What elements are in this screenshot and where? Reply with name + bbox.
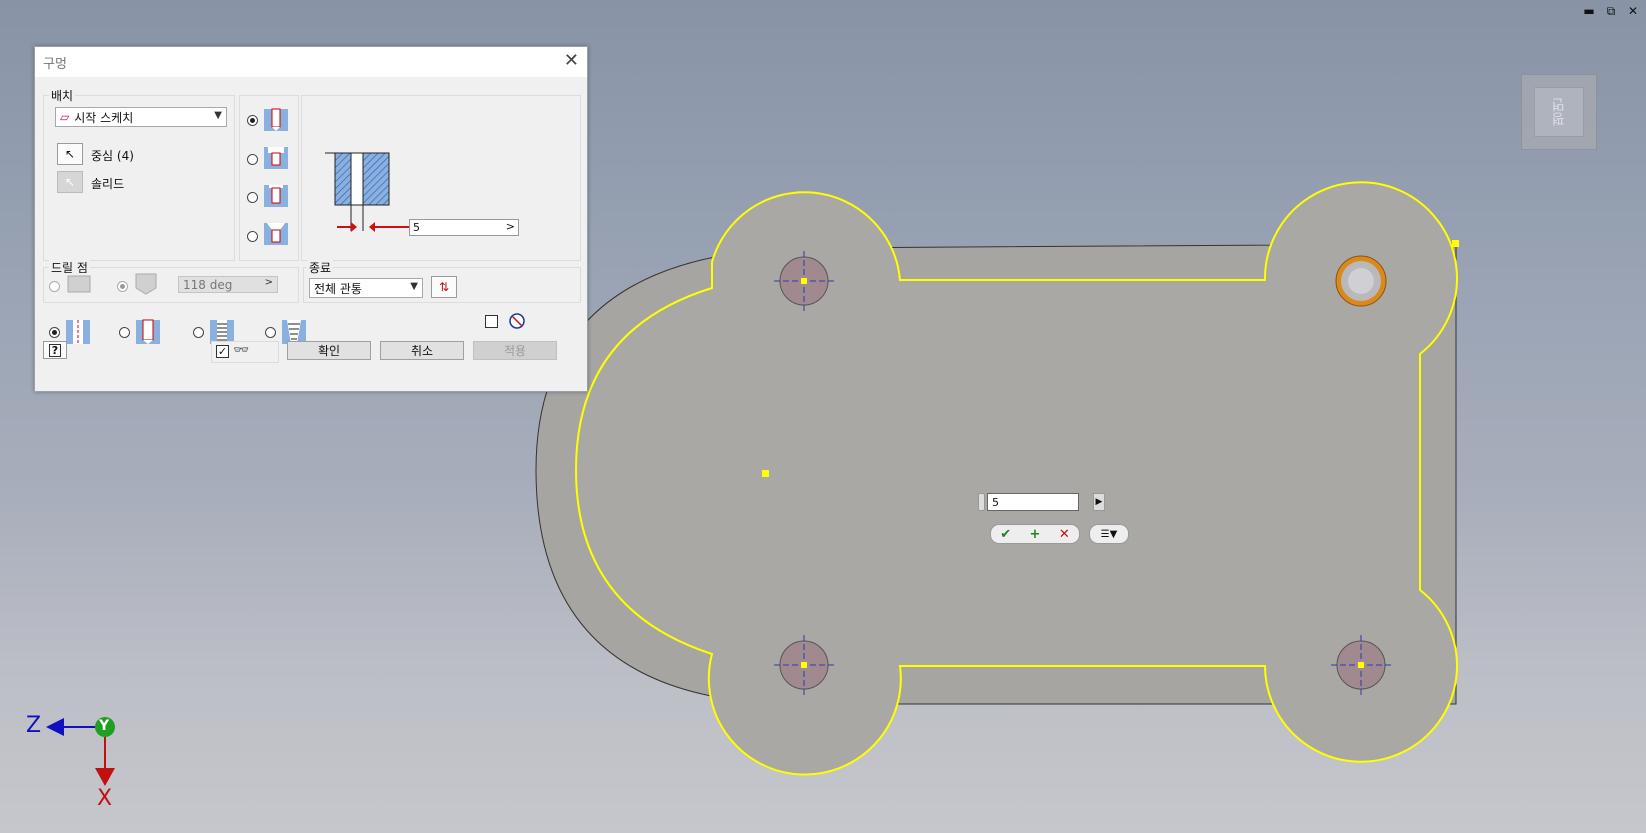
option-checkbox[interactable] bbox=[485, 315, 498, 328]
axis-y-label: Y bbox=[99, 718, 110, 734]
termination-combo-value: 전체 관통 bbox=[314, 281, 362, 296]
drilled-hole-icon bbox=[66, 320, 90, 344]
drill-point-flat-radio[interactable] bbox=[49, 281, 60, 292]
flat-drill-point-icon bbox=[67, 275, 91, 293]
preview-checkbox[interactable]: ✓ bbox=[216, 345, 229, 358]
apply-button[interactable]: 적용 bbox=[473, 341, 557, 360]
thread-tapped-radio[interactable] bbox=[193, 327, 204, 338]
counterbore-hole-icon bbox=[264, 147, 288, 169]
help-button[interactable]: ? bbox=[43, 341, 67, 359]
placement-combo-value: 시작 스케치 bbox=[74, 110, 134, 125]
axis-x-label: X bbox=[97, 786, 113, 811]
sketch-point bbox=[1452, 240, 1459, 247]
solid-label: 솔리드 bbox=[91, 177, 125, 191]
placement-combo[interactable]: ▱ 시작 스케치 ▼ bbox=[55, 107, 227, 127]
chevron-down-icon: ▼ bbox=[214, 110, 222, 121]
simple-hole-icon bbox=[264, 108, 288, 131]
mini-toolbar-diameter-input[interactable]: 5 bbox=[987, 493, 1079, 511]
cursor-arrow-icon: ↖ bbox=[64, 147, 76, 161]
drill-point-label: 드릴 점 bbox=[49, 259, 90, 276]
cancel-button[interactable]: 취소 bbox=[380, 341, 464, 360]
spotface-hole-icon bbox=[264, 185, 288, 207]
placement-label: 배치 bbox=[49, 87, 76, 104]
angle-drill-point-icon bbox=[135, 273, 157, 295]
no-entry-icon[interactable] bbox=[509, 313, 525, 329]
hole-type-spotface-radio[interactable] bbox=[247, 192, 258, 203]
glasses-icon: 👓 bbox=[233, 343, 250, 358]
help-icon: ? bbox=[48, 343, 62, 357]
hole-type-countersink-radio[interactable] bbox=[247, 231, 258, 242]
thread-clearance-radio[interactable] bbox=[119, 327, 130, 338]
mini-toolbar-buttons: ✔ + ✕ bbox=[990, 524, 1080, 544]
ok-button[interactable]: 확인 bbox=[287, 341, 371, 360]
diameter-value: 5 bbox=[413, 221, 420, 234]
diameter-input[interactable]: 5 > bbox=[409, 219, 519, 236]
dialog-close-button[interactable]: ✕ bbox=[564, 52, 579, 70]
solid-select-button[interactable]: ↖ bbox=[57, 171, 83, 193]
chevron-down-icon: ▼ bbox=[410, 281, 418, 292]
hole-top-right bbox=[1335, 255, 1387, 307]
chevron-right-icon: > bbox=[264, 277, 273, 288]
mini-toolbar-menu-button[interactable]: ☰▼ bbox=[1089, 524, 1129, 544]
cursor-arrow-icon: ↖ bbox=[64, 175, 76, 189]
drill-point-angle-radio[interactable] bbox=[117, 281, 128, 292]
clearance-hole-icon bbox=[136, 319, 160, 344]
drill-angle-input[interactable]: 118 deg > bbox=[178, 276, 278, 293]
hole-type-counterbore-radio[interactable] bbox=[247, 154, 258, 165]
thread-taper-radio[interactable] bbox=[265, 327, 276, 338]
mini-toolbar-grip[interactable] bbox=[978, 493, 985, 511]
termination-combo[interactable]: 전체 관통 ▼ bbox=[309, 278, 423, 298]
termination-label: 종료 bbox=[307, 259, 334, 276]
mini-toolbar-expand-icon[interactable]: ▶ bbox=[1093, 493, 1105, 511]
center-select-button[interactable]: ↖ bbox=[57, 143, 83, 165]
sketch-point bbox=[762, 470, 769, 477]
dialog-titlebar[interactable]: 구멍 ✕ bbox=[35, 47, 587, 77]
mini-cancel-button[interactable]: ✕ bbox=[1059, 527, 1070, 542]
countersink-hole-icon bbox=[264, 223, 288, 245]
hole-dialog: 구멍 ✕ 배치 ▱ 시작 스케치 ▼ ↖ 중심 (4) ↖ 솔리드 5 > 드릴… bbox=[34, 46, 588, 392]
axis-z-label: Z bbox=[26, 713, 42, 738]
chevron-right-icon[interactable]: > bbox=[506, 220, 515, 233]
mini-add-button[interactable]: + bbox=[1030, 527, 1041, 542]
hole-type-simple-radio[interactable] bbox=[247, 115, 258, 126]
thread-simple-radio[interactable] bbox=[49, 327, 60, 338]
list-icon: ☰▼ bbox=[1100, 528, 1118, 540]
dialog-title: 구멍 bbox=[43, 56, 67, 72]
center-label: 중심 (4) bbox=[91, 149, 134, 163]
view-cube[interactable]: 평면 bbox=[1521, 74, 1597, 150]
diameter-dimension-arrows bbox=[337, 222, 409, 232]
sketch-plane-icon: ▱ bbox=[60, 110, 70, 124]
view-cube-face[interactable]: 평면 bbox=[1534, 87, 1584, 137]
flip-arrows-icon: ⇅ bbox=[438, 280, 450, 294]
flip-direction-button[interactable]: ⇅ bbox=[431, 276, 457, 298]
drill-angle-value: 118 deg bbox=[183, 277, 233, 292]
mini-ok-button[interactable]: ✔ bbox=[1000, 527, 1011, 542]
